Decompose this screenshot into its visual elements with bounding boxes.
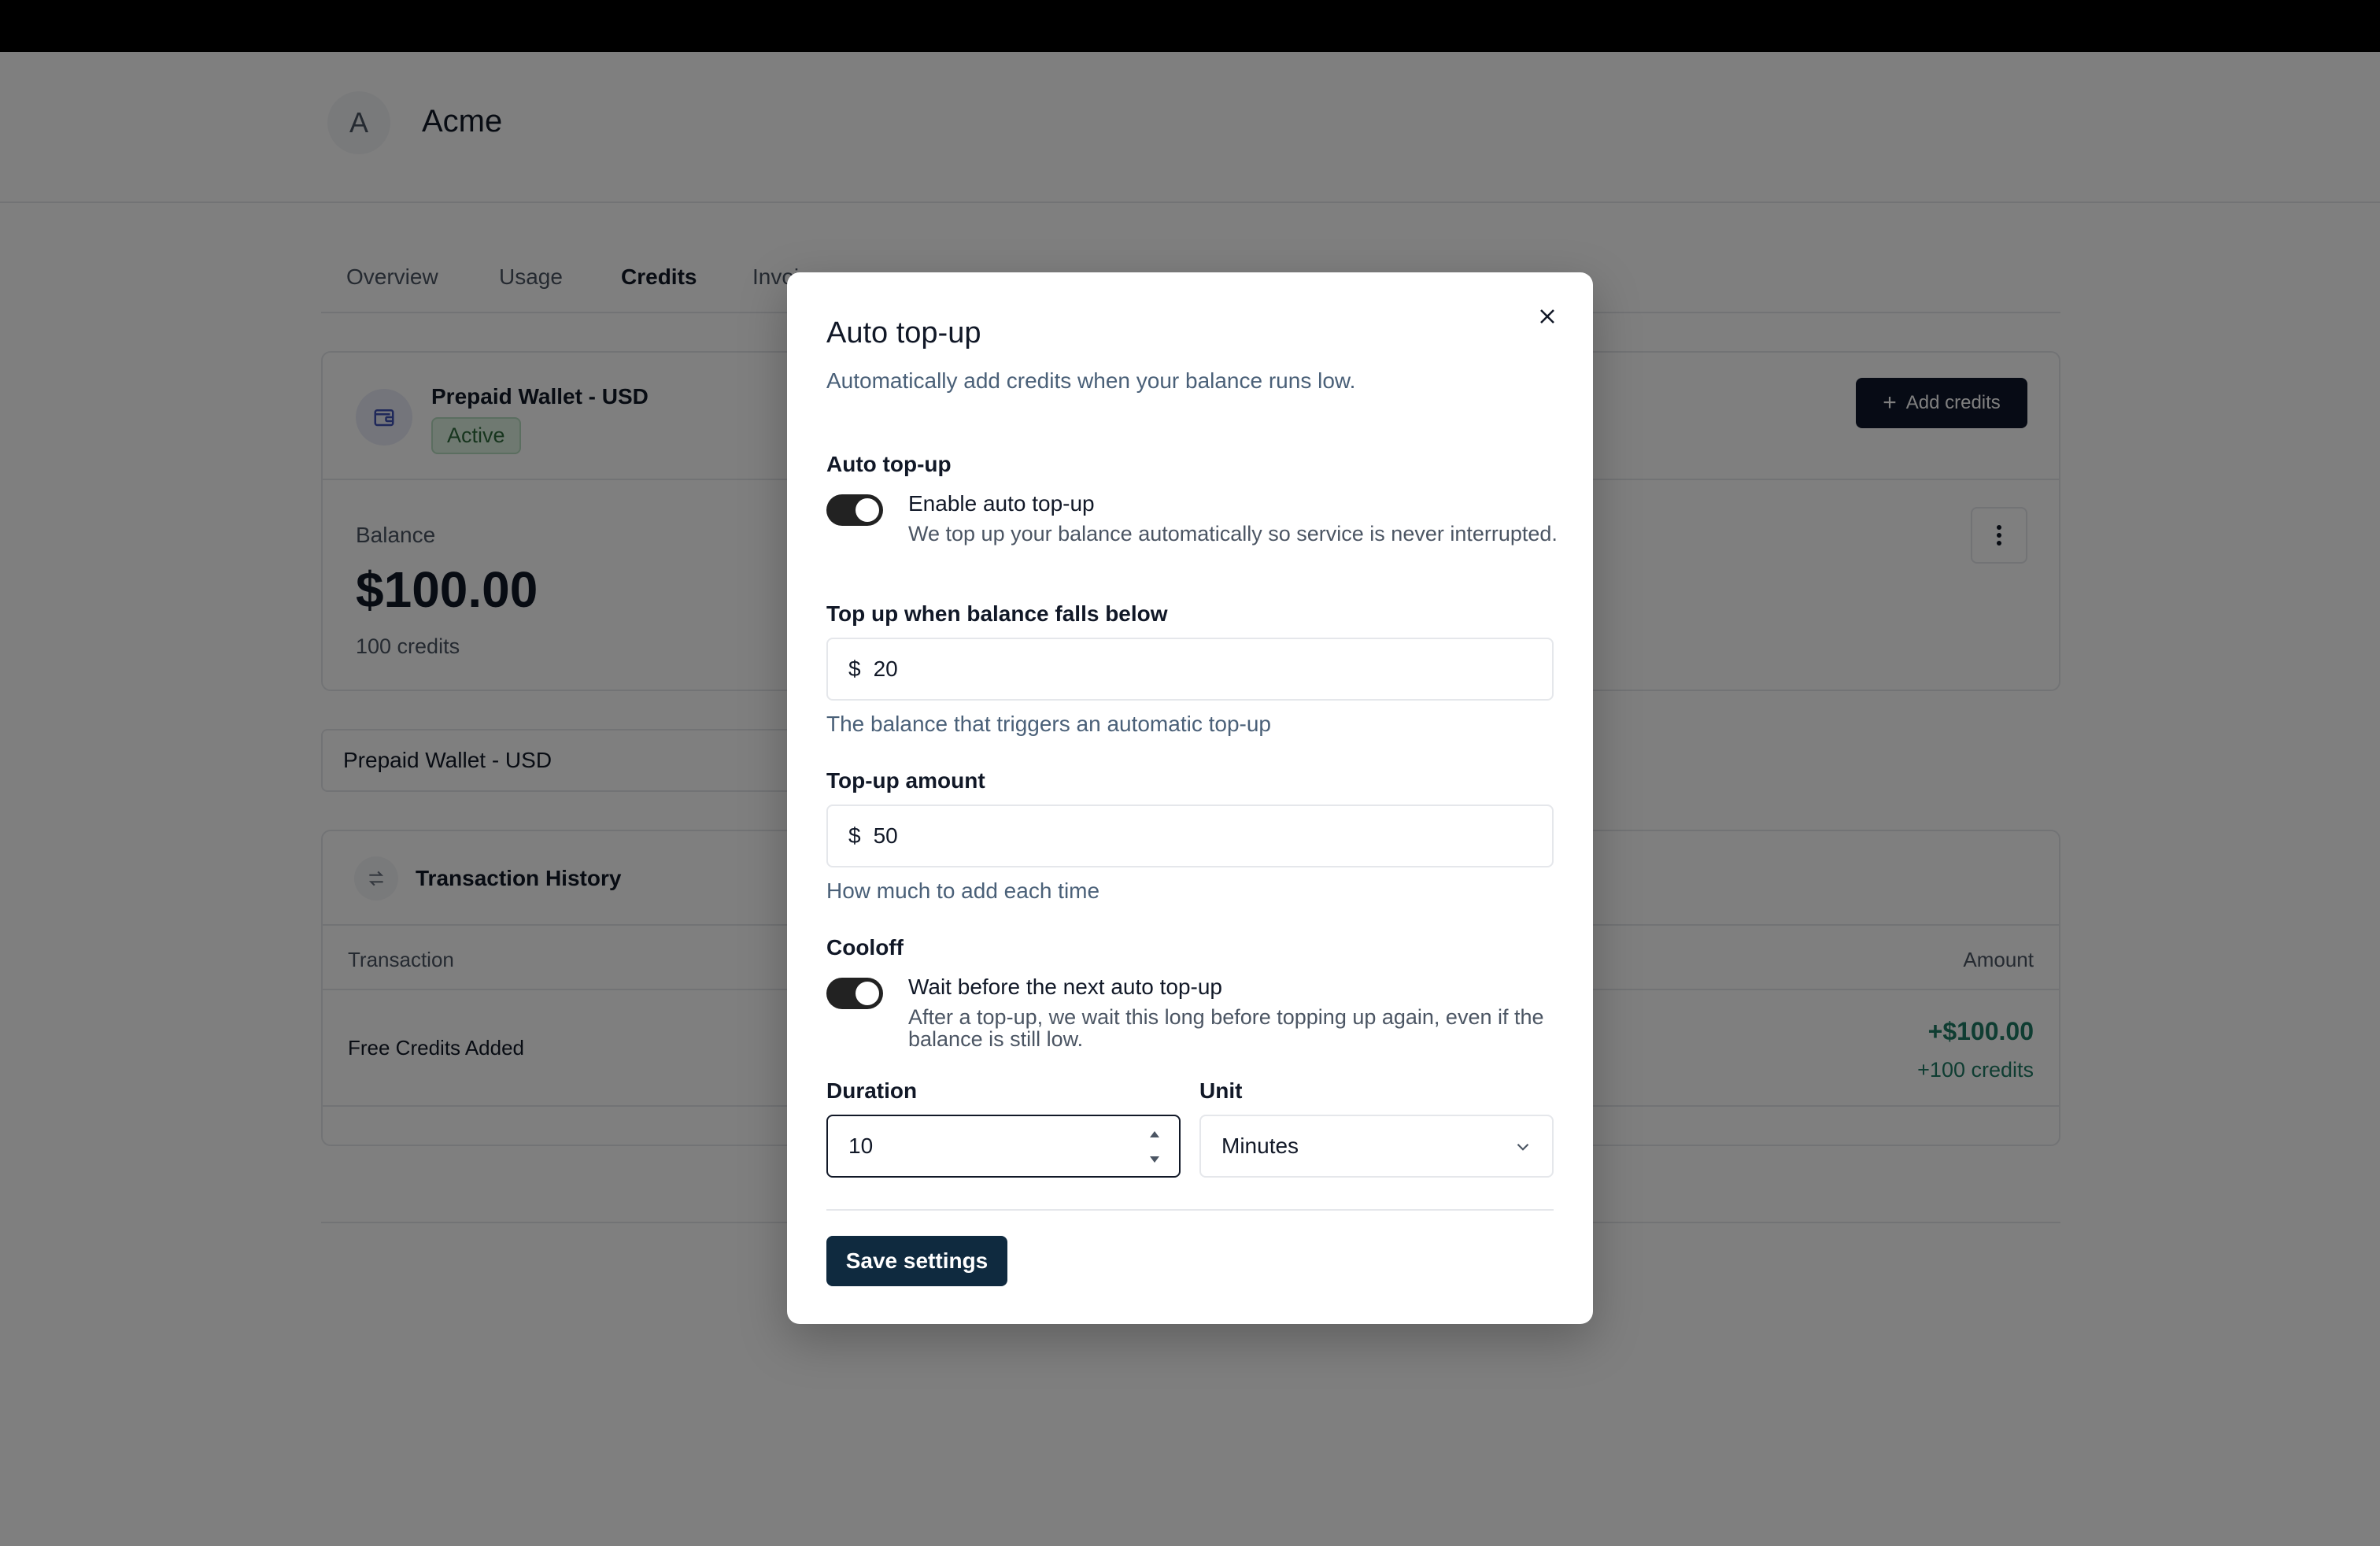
- cooloff-description: After a top-up, we wait this long before…: [908, 1005, 1544, 1051]
- dialog-title: Auto top-up: [826, 316, 981, 350]
- cooloff-toggle[interactable]: [826, 978, 883, 1009]
- amount-hint: How much to add each time: [826, 878, 1100, 903]
- duration-label: Duration: [826, 1078, 918, 1103]
- threshold-input[interactable]: $ 20: [826, 638, 1554, 701]
- auto-topup-section-label: Auto top-up: [826, 452, 952, 476]
- amount-currency-prefix: $: [848, 823, 861, 848]
- auto-topup-dialog: Auto top-up Automatically add credits wh…: [787, 272, 1593, 1324]
- enable-auto-topup-title: Enable auto top-up: [908, 491, 1095, 516]
- close-icon: [1540, 309, 1554, 324]
- duration-value: 10: [848, 1134, 874, 1158]
- threshold-label: Top up when balance falls below: [826, 601, 1168, 626]
- amount-label: Top-up amount: [826, 768, 985, 793]
- duration-input[interactable]: 10: [826, 1115, 1181, 1178]
- close-button[interactable]: [1530, 299, 1565, 334]
- topup-amount-input[interactable]: $ 50: [826, 804, 1554, 867]
- threshold-value: 20: [873, 656, 898, 681]
- dialog-description: Automatically add credits when your bala…: [826, 368, 1356, 393]
- threshold-hint: The balance that triggers an automatic t…: [826, 712, 1272, 736]
- threshold-currency-prefix: $: [848, 656, 861, 681]
- chevron-down-icon: [1517, 1143, 1529, 1151]
- enable-auto-topup-toggle[interactable]: [826, 494, 883, 526]
- amount-value: 50: [873, 823, 898, 848]
- unit-label: Unit: [1199, 1078, 1243, 1103]
- dialog-divider: [826, 1209, 1554, 1211]
- unit-select[interactable]: Minutes: [1199, 1115, 1554, 1178]
- duration-stepper[interactable]: [1148, 1130, 1162, 1163]
- cooloff-title: Wait before the next auto top-up: [908, 975, 1222, 999]
- unit-value: Minutes: [1221, 1134, 1299, 1158]
- enable-auto-topup-description: We top up your balance automatically so …: [908, 522, 1558, 546]
- cooloff-section-label: Cooloff: [826, 935, 904, 960]
- save-settings-button[interactable]: Save settings: [826, 1236, 1007, 1286]
- top-bar: [0, 0, 2380, 52]
